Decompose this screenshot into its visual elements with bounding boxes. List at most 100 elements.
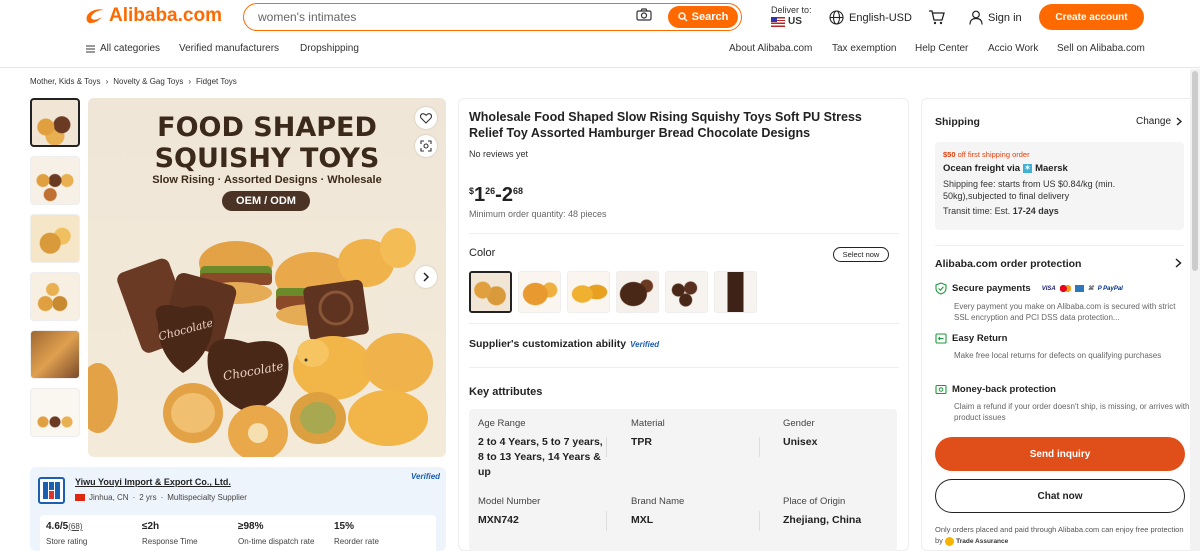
page-scrollbar[interactable]	[1190, 69, 1200, 551]
shipping-fee: Shipping fee: starts from US $0.84/kg (m…	[943, 179, 1116, 201]
sign-in-label: Sign in	[988, 11, 1022, 24]
breadcrumb-item[interactable]: Fidget Toys	[196, 77, 237, 86]
main-product-image: FOOD SHAPED SQUISHY TOYS Slow Rising · As…	[88, 98, 446, 457]
thumbnail-image[interactable]	[30, 156, 80, 205]
order-protection-heading[interactable]: Alibaba.com order protection	[935, 258, 1081, 270]
chevron-right-icon[interactable]	[1175, 258, 1182, 268]
nav-sell[interactable]: Sell on Alibaba.com	[1057, 43, 1145, 54]
color-label: Color	[469, 247, 496, 259]
trade-assurance-label[interactable]: Trade Assurance	[956, 538, 1008, 545]
divider	[759, 437, 760, 457]
nav-all-categories: All categories	[100, 43, 161, 54]
supplier-name-link[interactable]: Yiwu Youyi Import & Export Co., Ltd.	[75, 477, 231, 487]
price-high-int: 2	[501, 184, 513, 206]
thumbnail-image[interactable]	[30, 388, 80, 437]
globe-icon	[829, 10, 844, 25]
color-swatch[interactable]	[518, 271, 561, 313]
scrollbar-thumb[interactable]	[1192, 71, 1198, 271]
thumbnail-image[interactable]	[30, 330, 80, 379]
camera-icon[interactable]	[636, 8, 656, 26]
change-shipping-link[interactable]: Change	[1136, 116, 1183, 127]
protection-footnote: Only orders placed and paid through Alib…	[935, 524, 1185, 547]
color-swatch[interactable]	[714, 271, 757, 313]
logo-text: Alibaba.com	[109, 5, 222, 26]
shipping-offer: $50 off first shipping order	[943, 150, 1176, 159]
language-selector[interactable]: English-USD	[829, 10, 912, 25]
customization-verified-badge: Verified	[630, 339, 660, 349]
alibaba-logo[interactable]: Alibaba.com	[84, 5, 222, 27]
divider	[606, 511, 607, 531]
maersk-star-icon: ✶	[1023, 164, 1033, 173]
attribute-value: Unisex	[783, 436, 818, 448]
nav-dropshipping[interactable]: Dropshipping	[300, 43, 359, 54]
color-swatch[interactable]	[469, 271, 512, 313]
offer-amount: $50	[943, 150, 956, 159]
breadcrumb-item[interactable]: Novelty & Gag Toys	[113, 77, 183, 86]
next-image-arrow-icon[interactable]	[415, 266, 437, 288]
nav-verified-manufacturers[interactable]: Verified manufacturers	[179, 43, 279, 54]
supplier-years: 2 yrs	[139, 493, 157, 502]
supplier-logo[interactable]	[38, 477, 65, 504]
send-inquiry-button[interactable]: Send inquiry	[935, 437, 1185, 471]
review-count-link[interactable]: (68)	[68, 522, 82, 531]
nav-tax-exemption[interactable]: Tax exemption	[832, 43, 896, 54]
feature-title: Money-back protection	[952, 384, 1056, 395]
supplier-meta: Jinhua, CN · 2 yrs · Multispecialty Supp…	[75, 493, 247, 502]
freight-method: Ocean freight via ✶ Maersk	[943, 163, 1176, 174]
deliver-country: US	[788, 16, 802, 27]
price-low-int: 1	[474, 184, 486, 206]
thumbnail-image[interactable]	[30, 214, 80, 263]
language-label: English-USD	[849, 11, 912, 24]
chevron-right-icon	[1176, 117, 1183, 126]
breadcrumb-item[interactable]: Mother, Kids & Toys	[30, 77, 101, 86]
attribute-key: Gender	[783, 418, 815, 429]
color-swatch[interactable]	[665, 271, 708, 313]
stat-value: ≥98%	[238, 521, 264, 532]
nav-accio-work[interactable]: Accio Work	[988, 43, 1038, 54]
squishy-toys-illustration: Chocolate Chocolate	[88, 228, 433, 457]
feature-description: Make free local returns for defects on q…	[954, 351, 1162, 360]
paypal-icon: P PayPal	[1097, 285, 1123, 292]
attribute-key: Material	[631, 418, 665, 429]
chevron-right-icon: ›	[105, 77, 109, 86]
feature-title: Secure payments	[952, 283, 1031, 294]
key-attributes-heading: Key attributes	[469, 386, 543, 398]
nav-help-center[interactable]: Help Center	[915, 43, 968, 54]
attribute-value: MXN742	[478, 514, 519, 526]
select-now-button[interactable]: Select now	[833, 247, 889, 262]
menu-icon	[86, 44, 95, 53]
create-account-button[interactable]: Create account	[1039, 4, 1144, 30]
chevron-right-icon: ›	[188, 77, 192, 86]
search-bar: women's intimates Search	[243, 3, 742, 31]
search-input[interactable]: women's intimates	[244, 10, 636, 24]
thumbnail-image[interactable]	[30, 98, 80, 147]
image-search-icon[interactable]	[415, 135, 437, 157]
cart-icon[interactable]	[928, 9, 945, 30]
color-swatch[interactable]	[567, 271, 610, 313]
chat-now-button[interactable]: Chat now	[935, 479, 1185, 513]
offer-text: off first shipping order	[955, 150, 1030, 159]
visa-icon: VISA	[1041, 285, 1056, 292]
amex-icon	[1074, 285, 1084, 292]
key-attributes-table: Age Range 2 to 4 Years, 5 to 7 years, 8 …	[469, 409, 897, 551]
deliver-to[interactable]: Deliver to: US	[771, 5, 812, 27]
china-flag-icon	[75, 494, 85, 501]
nav-about[interactable]: About Alibaba.com	[729, 43, 812, 54]
sign-in-link[interactable]: Sign in	[969, 10, 1022, 25]
top-header: Alibaba.com women's intimates Search Del…	[0, 0, 1200, 68]
thumbnail-image[interactable]	[30, 272, 80, 321]
change-label: Change	[1136, 116, 1172, 127]
attribute-key: Age Range	[478, 418, 526, 429]
attribute-key: Brand Name	[631, 496, 685, 507]
transit-days: 17-24 days	[1012, 206, 1059, 216]
color-swatch[interactable]	[616, 271, 659, 313]
search-button[interactable]: Search	[668, 6, 738, 28]
attribute-value: Zhejiang, China	[783, 514, 862, 526]
customization-ability[interactable]: Supplier's customization ability Verifie…	[469, 338, 659, 350]
feature-description: Claim a refund if your order doesn't shi…	[954, 402, 1190, 422]
price-separator: -	[495, 184, 502, 206]
secure-payments-feature: Secure payments VISA ⌘ P PayPal Every pa…	[935, 282, 1190, 323]
trade-assurance-icon	[945, 536, 955, 546]
favorite-heart-icon[interactable]	[415, 107, 437, 129]
all-categories-menu[interactable]: All categories	[86, 43, 160, 54]
